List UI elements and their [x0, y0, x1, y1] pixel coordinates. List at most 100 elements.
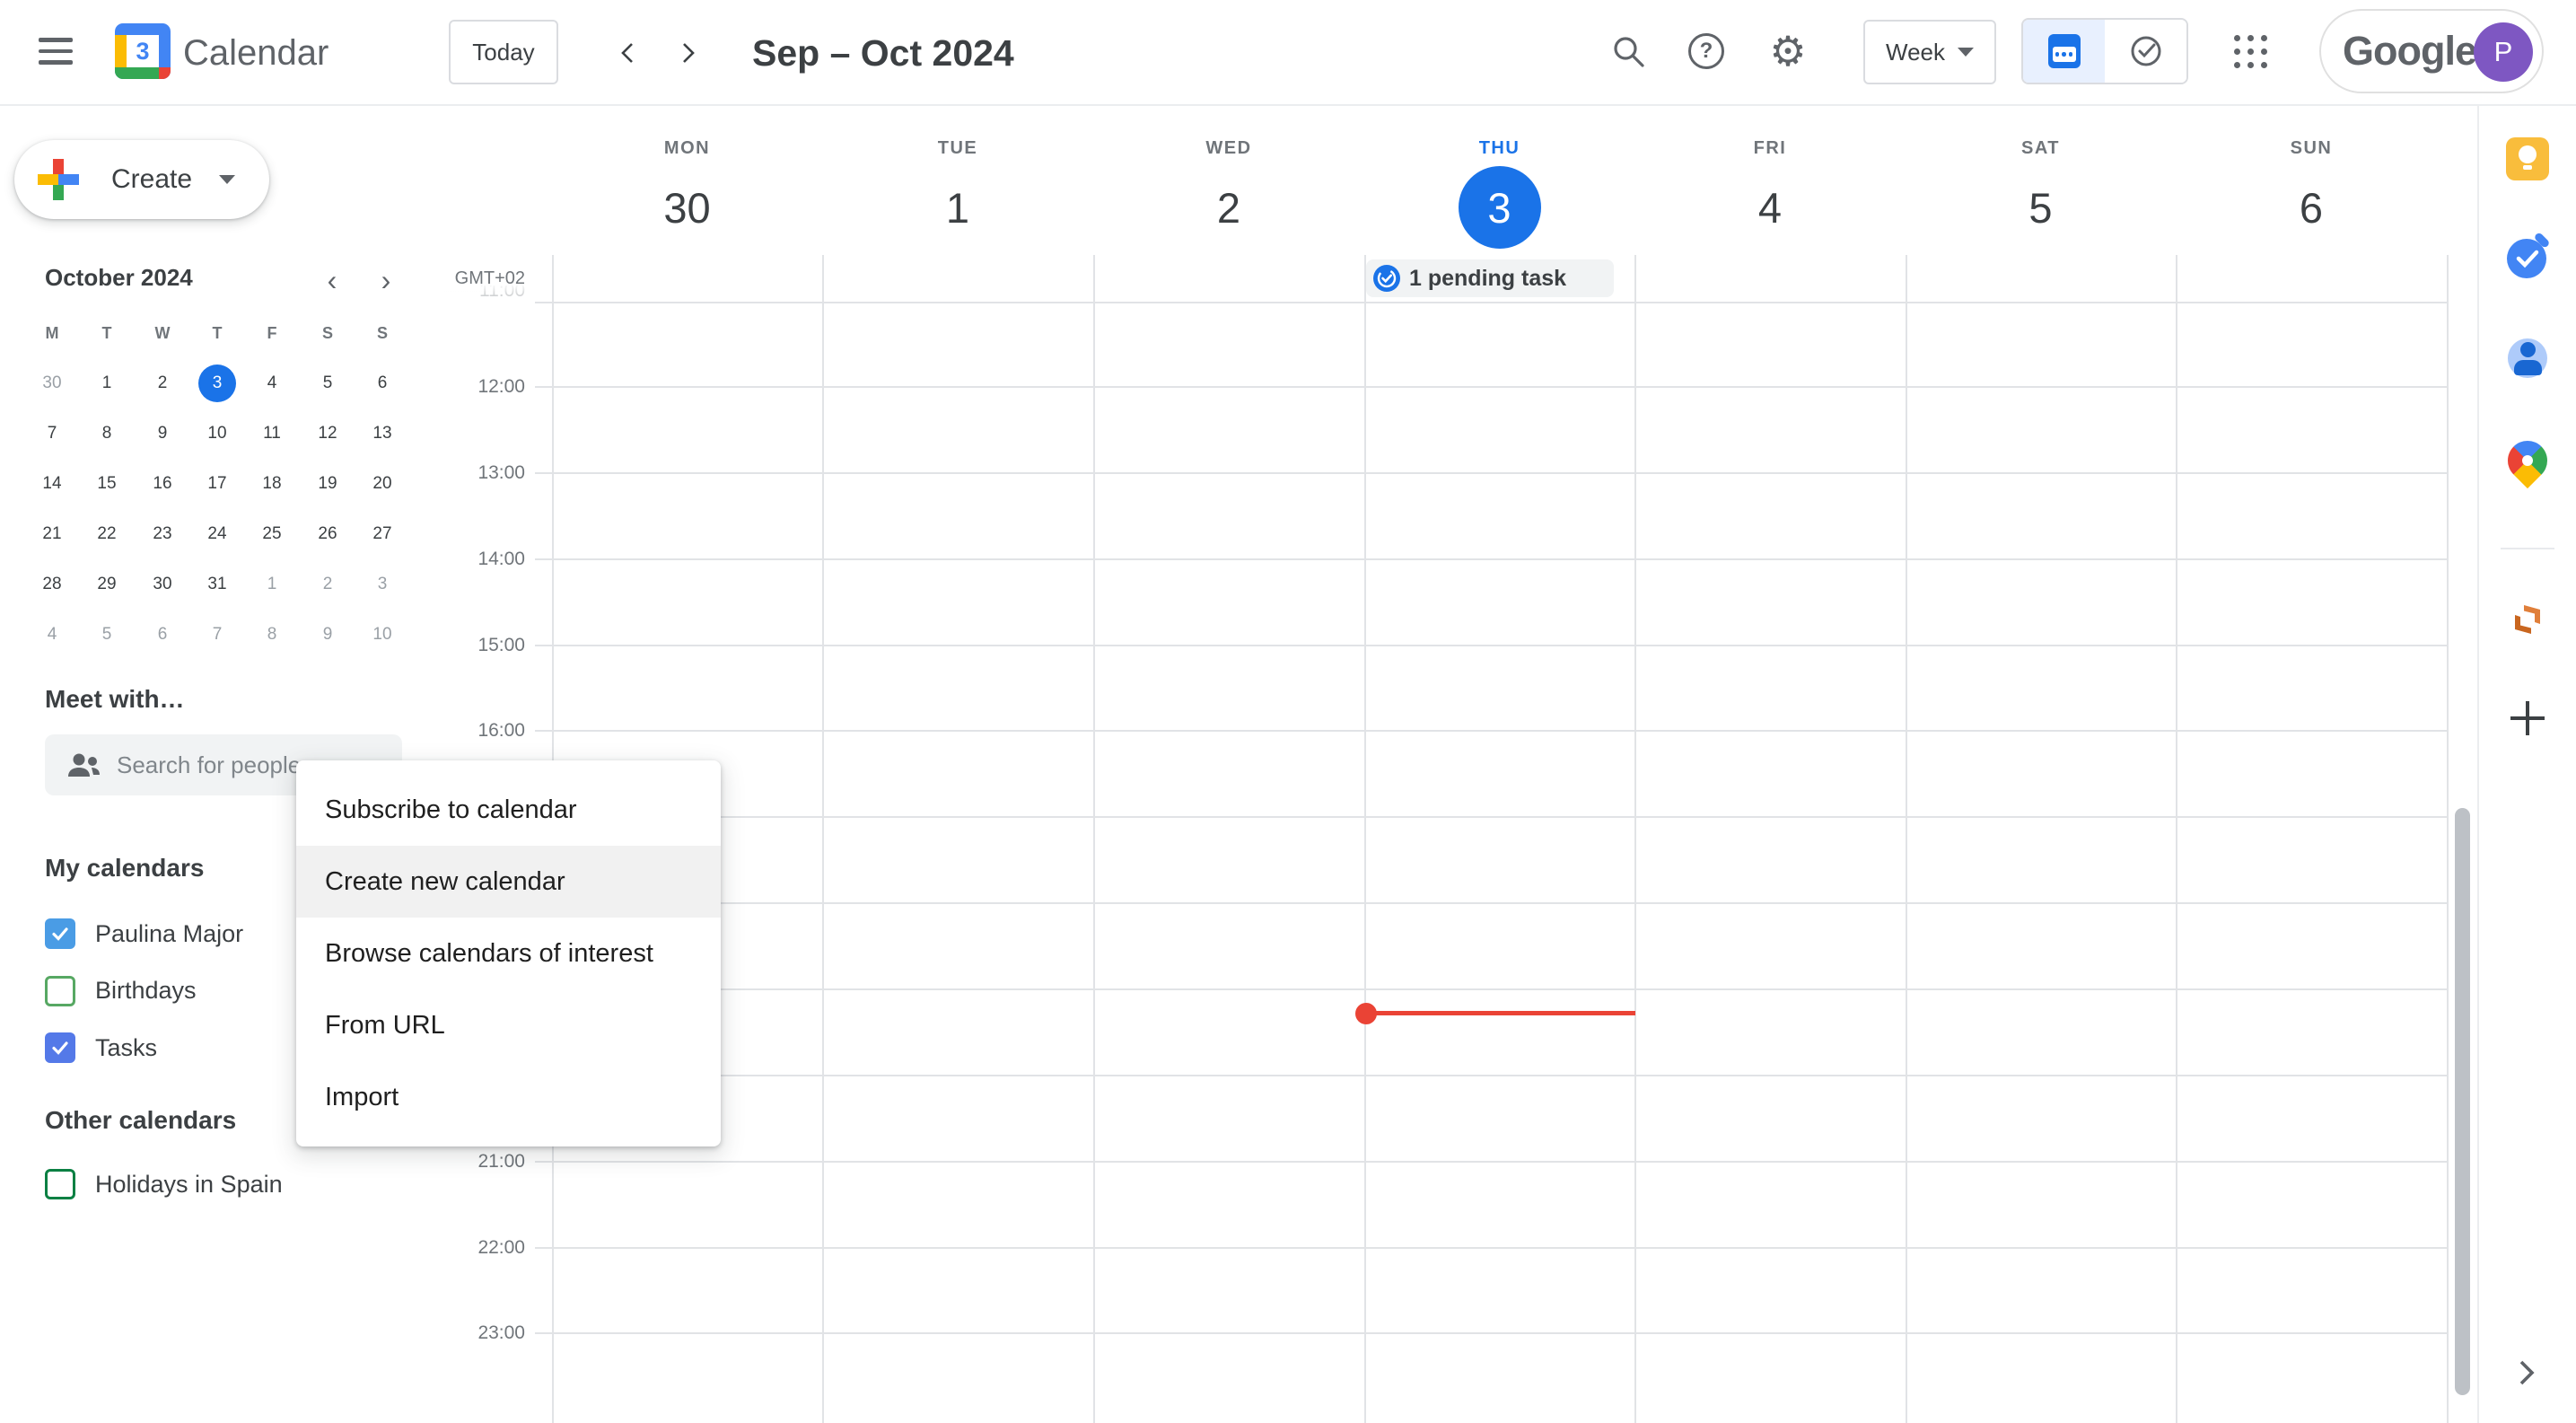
mini-calendar-day[interactable]: 15 — [83, 465, 130, 503]
mini-calendar-day[interactable]: 17 — [194, 465, 241, 503]
hour-label: 13:00 — [444, 462, 525, 484]
settings-gear-icon[interactable]: ⚙ — [1759, 22, 1817, 80]
context-menu-item[interactable]: Browse calendars of interest — [296, 918, 721, 989]
google-apps-grid-icon[interactable] — [2221, 22, 2279, 80]
day-header-number[interactable]: 30 — [646, 166, 729, 249]
mini-calendar-day[interactable]: 3 — [359, 566, 406, 603]
calendar-logo-icon: 3 — [115, 23, 171, 79]
mini-calendar-day[interactable]: 14 — [29, 465, 75, 503]
mini-calendar-day[interactable]: 2 — [139, 365, 186, 402]
show-side-panel-icon[interactable] — [2498, 1344, 2555, 1401]
mini-calendar-day[interactable]: 30 — [139, 566, 186, 603]
task-check-icon — [1373, 265, 1400, 292]
today-button[interactable]: Today — [449, 20, 558, 84]
calendar-icon — [2048, 34, 2081, 68]
mini-calendar-day[interactable]: 9 — [139, 415, 186, 452]
mini-calendar-day[interactable]: 9 — [304, 616, 351, 654]
google-logo: Google — [2343, 28, 2476, 75]
account-pill[interactable]: Google P — [2319, 9, 2544, 93]
context-menu-item[interactable]: Create new calendar — [296, 846, 721, 918]
calendar-view-toggle[interactable] — [2023, 20, 2105, 83]
mini-calendar-month-title: October 2024 — [45, 264, 193, 292]
maps-icon[interactable] — [2499, 432, 2556, 489]
mini-calendar-day[interactable]: 3 — [198, 365, 236, 402]
avatar[interactable]: P — [2474, 22, 2533, 82]
my-calendar-row[interactable]: Birthdays — [45, 971, 197, 1011]
get-add-ons-plus-icon[interactable] — [2499, 690, 2556, 747]
help-icon[interactable]: ? — [1678, 22, 1735, 80]
mini-calendar-day[interactable]: 20 — [359, 465, 406, 503]
checkbox-unchecked-icon[interactable] — [45, 976, 75, 1006]
mini-calendar-day[interactable]: 21 — [29, 515, 75, 553]
mini-calendar-day[interactable]: 10 — [359, 616, 406, 654]
mini-calendar-day[interactable]: 5 — [83, 616, 130, 654]
next-week-icon[interactable] — [659, 24, 716, 82]
day-header-number[interactable]: 5 — [2000, 166, 2082, 249]
mini-calendar-day[interactable]: 27 — [359, 515, 406, 553]
context-menu-item[interactable]: From URL — [296, 989, 721, 1061]
previous-week-icon[interactable] — [600, 24, 657, 82]
mini-calendar-day[interactable]: 22 — [83, 515, 130, 553]
mini-calendar-day[interactable]: 4 — [249, 365, 295, 402]
main-menu-icon[interactable] — [27, 22, 84, 80]
keep-icon[interactable] — [2499, 130, 2556, 188]
mini-calendar-day[interactable]: 12 — [304, 415, 351, 452]
calendar-name-label: Tasks — [95, 1034, 157, 1062]
mini-calendar-day[interactable]: 6 — [359, 365, 406, 402]
vertical-scrollbar[interactable] — [2455, 808, 2470, 1395]
mini-calendar-day[interactable]: 19 — [304, 465, 351, 503]
mini-calendar-day[interactable]: 23 — [139, 515, 186, 553]
calendar-logo-day: 3 — [127, 35, 159, 67]
mini-calendar-day[interactable]: 6 — [139, 616, 186, 654]
my-calendar-row[interactable]: Tasks — [45, 1028, 157, 1067]
day-header-number[interactable]: 4 — [1729, 166, 1811, 249]
mini-calendar-day[interactable]: 4 — [29, 616, 75, 654]
checkbox-checked-icon[interactable] — [45, 918, 75, 949]
search-icon[interactable] — [1599, 22, 1657, 80]
mini-calendar-prev-icon[interactable]: ‹ — [312, 260, 352, 300]
addon-icon[interactable] — [2499, 591, 2556, 648]
mini-calendar-day[interactable]: 2 — [304, 566, 351, 603]
mini-calendar-day[interactable]: 31 — [194, 566, 241, 603]
mini-calendar-day[interactable]: 5 — [304, 365, 351, 402]
mini-calendar-day[interactable]: 11 — [249, 415, 295, 452]
mini-calendar-day[interactable]: 29 — [83, 566, 130, 603]
context-menu-item[interactable]: Import — [296, 1061, 721, 1133]
pending-task-chip[interactable]: 1 pending task — [1366, 259, 1614, 297]
mini-calendar-day[interactable]: 18 — [249, 465, 295, 503]
mini-calendar-day[interactable]: 25 — [249, 515, 295, 553]
mini-calendar-day[interactable]: 28 — [29, 566, 75, 603]
tasks-view-toggle[interactable] — [2105, 20, 2186, 83]
other-calendar-row[interactable]: Holidays in Spain — [45, 1164, 283, 1204]
mini-calendar-day[interactable]: 7 — [29, 415, 75, 452]
mini-calendar-next-icon[interactable]: › — [366, 260, 406, 300]
mini-calendar-day[interactable]: 26 — [304, 515, 351, 553]
mini-calendar-day[interactable]: 8 — [83, 415, 130, 452]
mini-calendar-day[interactable]: 16 — [139, 465, 186, 503]
my-calendar-row[interactable]: Paulina Major — [45, 914, 243, 953]
mini-calendar-day[interactable]: 10 — [194, 415, 241, 452]
mini-calendar-day[interactable]: 1 — [83, 365, 130, 402]
calendar-name-label: Birthdays — [95, 977, 197, 1005]
checkbox-unchecked-icon[interactable] — [45, 1169, 75, 1199]
day-header-name: SUN — [2291, 138, 2333, 159]
view-selector-dropdown[interactable]: Week — [1863, 20, 1996, 84]
create-button[interactable]: Create — [14, 140, 269, 219]
context-menu-item[interactable]: Subscribe to calendar — [296, 774, 721, 846]
mini-calendar-day[interactable]: 8 — [249, 616, 295, 654]
day-header-number[interactable]: 2 — [1187, 166, 1270, 249]
mini-calendar-day[interactable]: 24 — [194, 515, 241, 553]
day-header-number[interactable]: 1 — [916, 166, 999, 249]
checkbox-checked-icon[interactable] — [45, 1032, 75, 1063]
mini-calendar-day[interactable]: 1 — [249, 566, 295, 603]
mini-calendar-day[interactable]: 13 — [359, 415, 406, 452]
day-header-number[interactable]: 6 — [2270, 166, 2353, 249]
mini-calendar-day[interactable]: 30 — [29, 365, 75, 402]
mini-calendar-weekday: F — [249, 314, 295, 352]
contacts-icon[interactable] — [2499, 329, 2556, 387]
mini-calendar-day[interactable]: 7 — [194, 616, 241, 654]
calendar-name-label: Paulina Major — [95, 920, 243, 948]
mini-calendar-weekday: W — [139, 314, 186, 352]
tasks-icon[interactable] — [2499, 229, 2556, 286]
day-header-number[interactable]: 3 — [1459, 166, 1541, 249]
